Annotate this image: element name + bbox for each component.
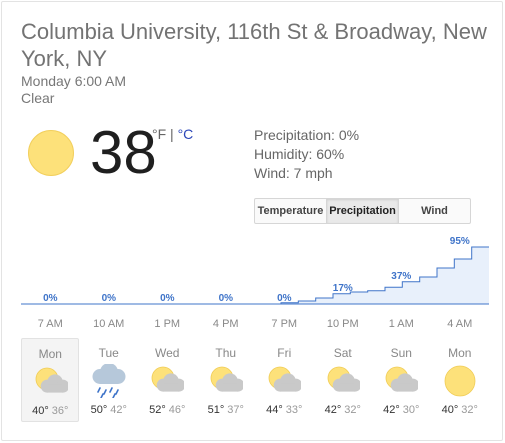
partly-cloudy-icon [151, 366, 185, 392]
tab-precipitation[interactable]: Precipitation [326, 199, 398, 223]
x-tick-label: 7 PM [271, 318, 298, 330]
high-temp: 52° [149, 404, 166, 416]
forecast-day[interactable]: Wed 52° 46° [138, 338, 196, 422]
precipitation-area [21, 247, 489, 304]
x-tick-label: 10 AM [93, 318, 125, 330]
celsius-unit[interactable]: °C [178, 126, 194, 142]
data-label: 17% [333, 283, 353, 294]
forecast-day[interactable]: Mon 40° 32° [431, 338, 489, 422]
day-temps: 40° 32° [431, 404, 489, 416]
partly-cloudy-icon [385, 366, 419, 392]
day-temps: 52° 46° [138, 404, 196, 416]
x-tick-label: 10 PM [326, 318, 359, 330]
data-label: 0% [102, 293, 117, 304]
high-temp: 42° [383, 404, 400, 416]
low-temp: 42° [110, 404, 127, 416]
high-temp: 42° [324, 404, 342, 416]
forecast-day[interactable]: Thu 51° 37° [197, 338, 255, 422]
day-temps: 42° 32° [314, 404, 372, 416]
partly-cloudy-icon [327, 366, 360, 392]
data-label: 95% [450, 236, 470, 247]
day-temps: 42° 30° [372, 404, 430, 416]
x-tick-label: 1 AM [388, 318, 414, 330]
low-temp: 33° [285, 404, 303, 416]
forecast-day[interactable]: Mon 40° 36° [21, 338, 80, 422]
day-name: Wed [155, 346, 180, 360]
chart-tabs: Temperature Precipitation Wind [254, 198, 471, 224]
day-name: Fri [277, 346, 292, 360]
day-name: Mon [448, 346, 472, 360]
unit-separator: | [166, 126, 178, 142]
tab-temperature[interactable]: Temperature [255, 199, 326, 223]
forecast-day[interactable]: Tue 50° 42° [80, 338, 138, 422]
sun-icon [444, 365, 476, 397]
data-label: 0% [219, 293, 234, 304]
wind-detail: Wind: 7 mph [254, 165, 333, 181]
data-label: 37% [391, 271, 411, 282]
data-label: 0% [277, 293, 292, 304]
chart-x-axis: 7 AM 10 AM 1 PM 4 PM 7 PM 10 PM 1 AM 4 AM [21, 318, 489, 334]
low-temp: 36° [51, 405, 69, 417]
day-name: Thu [215, 346, 237, 360]
low-temp: 32° [344, 404, 361, 416]
x-tick-label: 7 AM [37, 318, 63, 330]
sun-icon [28, 130, 74, 176]
day-name: Tue [98, 346, 119, 360]
partly-cloudy-icon [210, 366, 243, 392]
low-temp: 30° [402, 404, 420, 416]
x-tick-label: 4 PM [212, 318, 239, 330]
weather-card: Columbia University, 116th St & Broadway… [1, 1, 503, 441]
low-temp: 32° [461, 404, 478, 416]
x-tick-label: 4 AM [447, 318, 473, 330]
humidity-detail: Humidity: 60% [254, 146, 345, 162]
day-temps: 44° 33° [255, 404, 313, 416]
forecast-day[interactable]: Fri 44° 33° [255, 338, 313, 422]
x-tick-label: 1 PM [154, 318, 181, 330]
day-temps: 51° 37° [197, 404, 255, 416]
low-temp: 46° [168, 404, 186, 416]
day-name: Mon [38, 347, 62, 361]
day-temps: 50° 42° [80, 404, 138, 416]
weather-details: Precipitation: 0% Humidity: 60% Wind: 7 … [254, 126, 359, 183]
partly-cloudy-icon [35, 367, 69, 393]
daily-forecast: Mon 40° 36° Tue 50° 42° Wed 52° 46° Thu 51° 37° Fri 4… [21, 338, 489, 422]
data-label: 0% [43, 293, 58, 304]
forecast-day[interactable]: Sun 42° 30° [372, 338, 430, 422]
precipitation-detail: Precipitation: 0% [254, 127, 360, 143]
partly-cloudy-icon [268, 366, 302, 392]
high-temp: 40° [441, 404, 459, 416]
day-name: Sat [333, 346, 352, 360]
high-temp: 40° [32, 405, 49, 417]
low-temp: 37° [227, 404, 244, 416]
forecast-day[interactable]: Sat 42° 32° [314, 338, 372, 422]
day-temps: 40° 36° [22, 405, 78, 417]
tab-wind[interactable]: Wind [398, 199, 470, 223]
high-temp: 44° [266, 404, 283, 416]
precipitation-chart: 0% 0% 0% 0% 0% 17% 37% 95% [21, 236, 489, 305]
day-name: Sun [390, 346, 412, 360]
fahrenheit-unit[interactable]: °F [152, 126, 166, 142]
data-label: 0% [160, 293, 175, 304]
location-title: Columbia University, 116th St & Broadway… [21, 19, 487, 71]
current-temperature: 38 [90, 119, 157, 186]
rain-icon [92, 364, 126, 398]
high-temp: 51° [207, 404, 225, 416]
high-temp: 50° [90, 404, 108, 416]
condition-label: Clear [21, 90, 55, 106]
time-label: Monday 6:00 AM [21, 73, 127, 89]
unit-toggle: °F | °C [152, 126, 193, 142]
